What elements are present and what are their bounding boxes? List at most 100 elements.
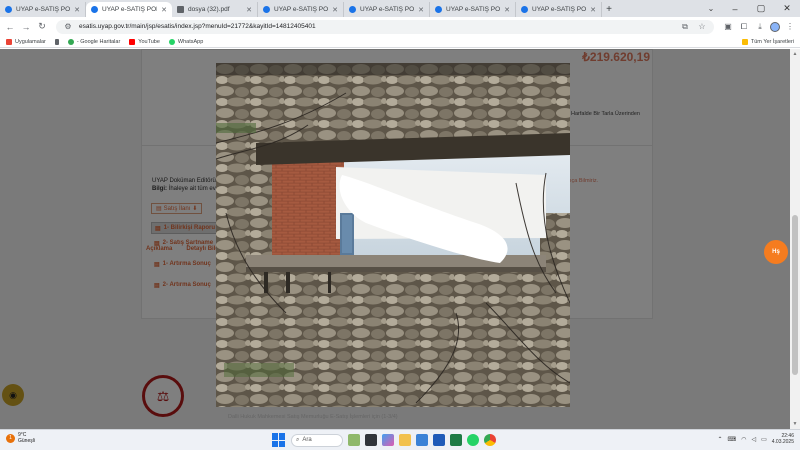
open-in-app-icon[interactable]: ⧉ bbox=[679, 21, 691, 33]
uyap-icon bbox=[349, 6, 356, 13]
widgets-app-icon[interactable] bbox=[348, 434, 360, 446]
minimize-icon[interactable]: – bbox=[722, 0, 748, 17]
tab-7[interactable]: UYAP e-SATIŞ PORTALI✕ bbox=[516, 2, 602, 17]
folder-icon bbox=[54, 38, 59, 45]
task-view-icon[interactable] bbox=[365, 434, 377, 446]
bookmark-label: WhatsApp bbox=[177, 38, 204, 45]
notification-badge: 1 bbox=[6, 433, 15, 443]
floating-action-button[interactable]: Hş bbox=[764, 240, 788, 264]
chrome-icon[interactable] bbox=[484, 434, 496, 446]
close-icon[interactable]: ✕ bbox=[504, 6, 510, 14]
windows-taskbar: 1 9°C Güneşli ⌕ Ara ⌃ ⌨ ◠ ◁ ▭ 22:46 4.03… bbox=[0, 429, 800, 450]
keyboard-icon[interactable]: ⌨ bbox=[728, 436, 737, 443]
whatsapp-icon bbox=[168, 38, 175, 45]
folder-icon bbox=[741, 38, 748, 45]
tab-title: dosya (32).pdf bbox=[188, 6, 230, 13]
uyap-icon bbox=[435, 6, 442, 13]
weather-text: 9°C Güneşli bbox=[18, 432, 35, 444]
uyap-icon bbox=[91, 6, 98, 13]
tab-title: UYAP e-SATIŞ PORTALI bbox=[102, 6, 157, 13]
system-tray: ⌃ ⌨ ◠ ◁ ▭ 22:46 4.03.2025 bbox=[718, 433, 795, 445]
maximize-icon[interactable]: ▢ bbox=[748, 0, 774, 17]
tab-title: UYAP e-SATIŞ PORTALI bbox=[532, 6, 587, 13]
pdf-icon bbox=[177, 6, 184, 13]
forward-icon[interactable]: → bbox=[20, 21, 32, 33]
reload-icon[interactable]: ↻ bbox=[36, 21, 48, 33]
tab-title: UYAP e-SATIŞ PORTALI bbox=[16, 6, 71, 13]
page-scrollbar[interactable]: ▲ ▼ bbox=[790, 49, 800, 429]
close-icon[interactable]: ✕ bbox=[246, 6, 252, 14]
all-bookmarks[interactable]: Tüm Yer İşaretleri bbox=[741, 38, 794, 45]
store-icon[interactable] bbox=[416, 434, 428, 446]
whatsapp-icon[interactable] bbox=[467, 434, 479, 446]
browser-toolbar: ← → ↻ ⚙ esatis.uyap.gov.tr/main/jsp/esat… bbox=[0, 17, 800, 36]
uyap-icon bbox=[263, 6, 270, 13]
tab-6[interactable]: UYAP e-SATIŞ PORTALI✕ bbox=[430, 2, 516, 17]
window-close-icon[interactable]: ✕ bbox=[774, 0, 800, 17]
site-info-icon[interactable]: ⚙ bbox=[62, 21, 74, 33]
menu-icon[interactable]: ⋮ bbox=[784, 21, 796, 33]
battery-icon[interactable]: ▭ bbox=[761, 436, 767, 443]
tab-5[interactable]: UYAP e-SATIŞ PORTALI✕ bbox=[344, 2, 430, 17]
bookmark-apps[interactable]: Uygulamalar bbox=[6, 38, 46, 45]
bookmark-folder[interactable] bbox=[54, 38, 59, 45]
close-icon[interactable]: ✕ bbox=[332, 6, 338, 14]
file-explorer-icon[interactable] bbox=[399, 434, 411, 446]
clock-date: 4.03.2025 bbox=[771, 439, 794, 445]
close-icon[interactable]: ✕ bbox=[590, 6, 596, 14]
clock[interactable]: 22:46 4.03.2025 bbox=[772, 433, 794, 445]
address-bar[interactable]: ⚙ esatis.uyap.gov.tr/main/jsp/esatis/ind… bbox=[56, 19, 714, 34]
apps-grid-icon bbox=[6, 38, 12, 45]
scroll-thumb[interactable] bbox=[792, 215, 798, 375]
weather-widget[interactable]: 1 9°C Güneşli bbox=[6, 432, 35, 444]
tab-2[interactable]: UYAP e-SATIŞ PORTALI ✕ bbox=[86, 2, 172, 17]
volume-icon[interactable]: ◁ bbox=[751, 436, 756, 443]
windows-start-icon[interactable] bbox=[272, 433, 286, 447]
taskbar-apps: ⌕ Ara bbox=[272, 433, 496, 447]
scroll-up-icon[interactable]: ▲ bbox=[790, 49, 800, 59]
sidepanel-icon[interactable]: ▣ bbox=[722, 21, 734, 33]
extensions-icon[interactable]: ⧠ bbox=[738, 21, 750, 33]
copilot-icon[interactable] bbox=[382, 434, 394, 446]
bookmark-youtube[interactable]: YouTube bbox=[129, 38, 160, 45]
close-icon[interactable]: ✕ bbox=[418, 6, 424, 14]
new-tab-button[interactable]: + bbox=[602, 2, 616, 17]
close-icon[interactable]: ✕ bbox=[161, 6, 167, 14]
scroll-down-icon[interactable]: ▼ bbox=[790, 419, 800, 429]
weather-condition: Güneşli bbox=[18, 438, 35, 444]
wifi-icon[interactable]: ◠ bbox=[741, 436, 746, 443]
back-icon[interactable]: ← bbox=[4, 21, 16, 33]
tab-title: UYAP e-SATIŞ PORTALI bbox=[274, 6, 329, 13]
uyap-icon bbox=[521, 6, 528, 13]
bookmark-label: Uygulamalar bbox=[15, 38, 46, 45]
search-placeholder: Ara bbox=[302, 437, 312, 443]
bookmark-star-icon[interactable]: ☆ bbox=[696, 21, 708, 33]
bookmark-label: YouTube bbox=[138, 38, 160, 45]
l-app-icon[interactable] bbox=[433, 434, 445, 446]
excel-icon[interactable] bbox=[450, 434, 462, 446]
footer-text: Dalli Hukuk Mahkemesi Satış Memurluğu E-… bbox=[228, 414, 398, 420]
bookmark-label: - Google Haritalar bbox=[76, 38, 121, 45]
download-icon[interactable]: ⤓ bbox=[754, 21, 766, 33]
bookmark-label: Tüm Yer İşaretleri bbox=[750, 38, 794, 45]
window-controls: – ▢ ✕ bbox=[722, 0, 800, 17]
tab-3[interactable]: dosya (32).pdf ✕ bbox=[172, 2, 258, 17]
tab-title: UYAP e-SATIŞ PORTALI bbox=[360, 6, 415, 13]
bookmark-maps[interactable]: - Google Haritalar bbox=[67, 38, 121, 45]
bookmarks-bar: Uygulamalar - Google Haritalar YouTube W… bbox=[0, 36, 800, 48]
tab-title: UYAP e-SATIŞ PORTALI bbox=[446, 6, 501, 13]
tab-search-icon[interactable]: ⌄ bbox=[704, 2, 718, 14]
tab-1[interactable]: UYAP e-SATIŞ PORTALI✕ bbox=[0, 2, 86, 17]
url-text: esatis.uyap.gov.tr/main/jsp/esatis/index… bbox=[79, 23, 316, 30]
bookmark-whatsapp[interactable]: WhatsApp bbox=[168, 38, 204, 45]
search-icon: ⌕ bbox=[296, 436, 300, 443]
youtube-icon bbox=[129, 38, 136, 45]
taskbar-search[interactable]: ⌕ Ara bbox=[291, 433, 343, 447]
browser-tab-strip: UYAP e-SATIŞ PORTALI✕ UYAP e-SATIŞ PORTA… bbox=[0, 0, 800, 17]
tab-4[interactable]: UYAP e-SATIŞ PORTALI✕ bbox=[258, 2, 344, 17]
chevron-up-icon[interactable]: ⌃ bbox=[718, 436, 723, 443]
property-photo bbox=[216, 63, 570, 407]
property-photo-image bbox=[216, 63, 570, 407]
profile-avatar[interactable] bbox=[770, 21, 780, 32]
close-icon[interactable]: ✕ bbox=[74, 6, 80, 14]
